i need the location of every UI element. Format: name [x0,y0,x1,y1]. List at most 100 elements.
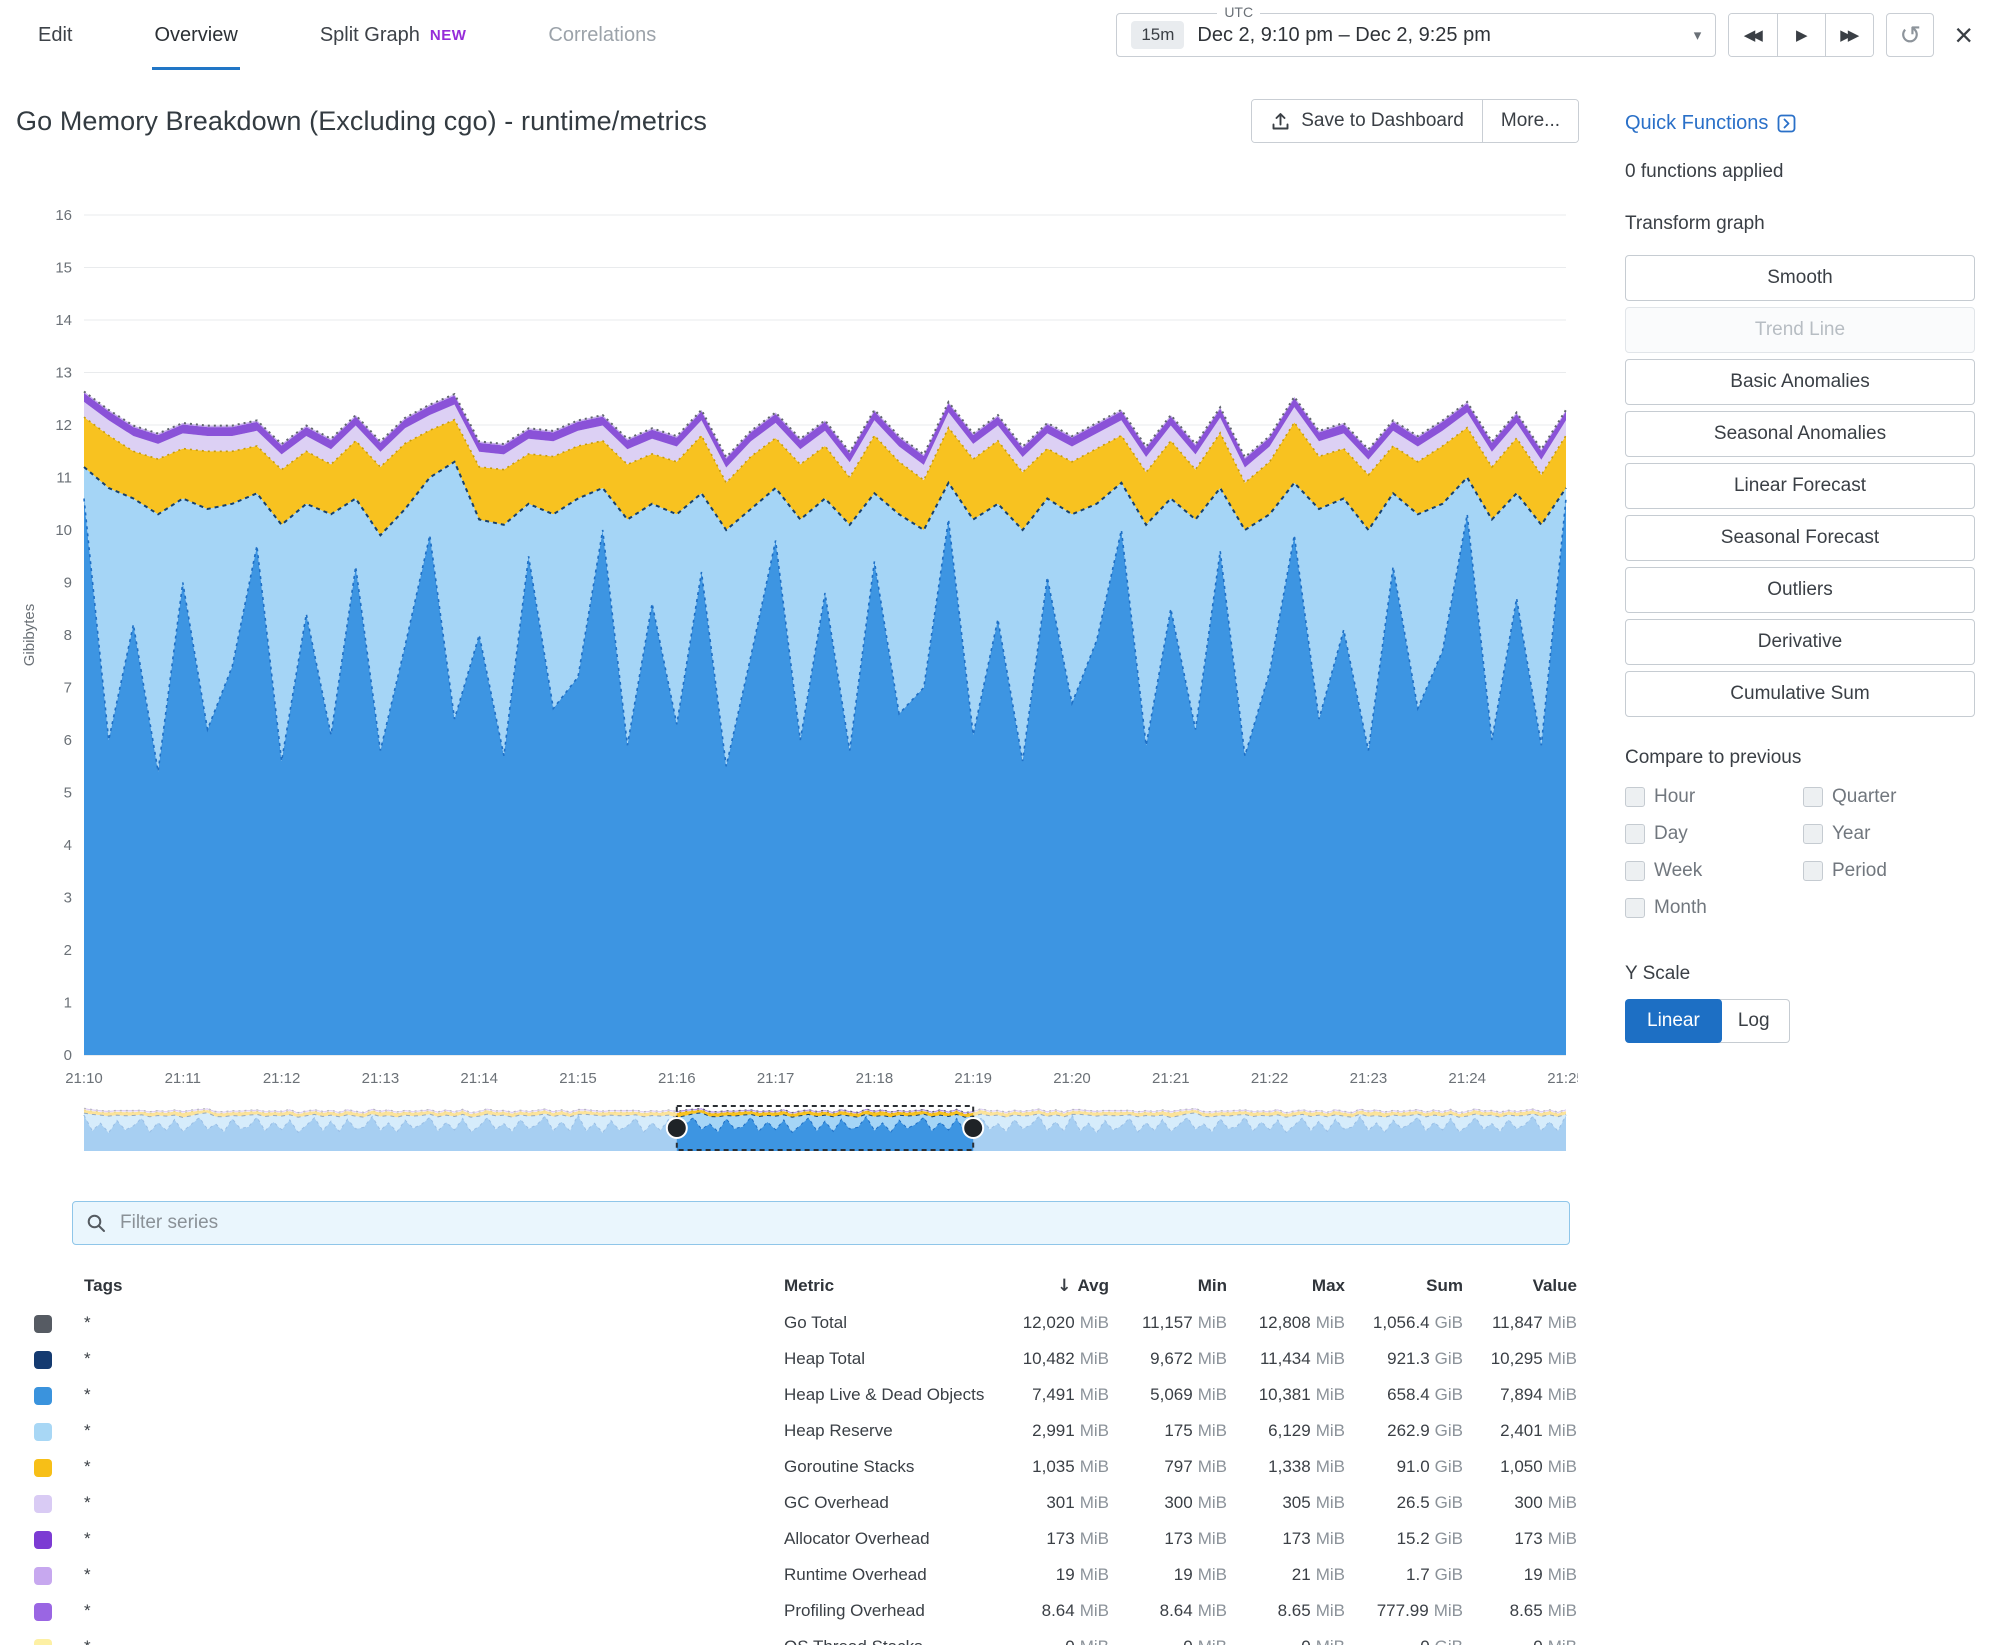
series-color-swatch[interactable] [34,1423,52,1441]
svg-text:15: 15 [55,260,72,277]
close-icon[interactable]: × [1954,19,1973,51]
more-button[interactable]: More... [1482,100,1578,142]
filter-series-input[interactable] [118,1211,1557,1235]
series-tag: * [84,1349,784,1369]
header-tags: Tags [84,1276,784,1296]
header-avg[interactable]: ↓Avg [994,1276,1109,1296]
series-max: 1,338MiB [1227,1457,1345,1477]
quick-functions-link[interactable]: Quick Functions [1625,112,1981,135]
compare-month-option[interactable]: Month [1625,896,1803,920]
svg-text:8: 8 [64,627,72,644]
svg-text:5: 5 [64,785,72,802]
header-min[interactable]: Min [1109,1276,1227,1296]
header-value[interactable]: Value [1463,1276,1577,1296]
compare-option-label: Hour [1654,786,1695,808]
series-value: 173MiB [1463,1529,1577,1549]
play-button[interactable]: ▶ [1777,14,1825,56]
header-sum[interactable]: Sum [1345,1276,1463,1296]
compare-year-option[interactable]: Year [1803,822,1981,846]
transform-button-stack: SmoothTrend LineBasic AnomaliesSeasonal … [1625,255,1981,717]
svg-text:11: 11 [56,470,72,487]
table-row[interactable]: *Goroutine Stacks1,035MiB797MiB1,338MiB9… [20,1449,1580,1485]
memory-breakdown-chart[interactable]: 01234567891011121314151621:1021:1121:122… [18,180,1578,1095]
transform-linear-forecast-button[interactable]: Linear Forecast [1625,463,1975,509]
header-max[interactable]: Max [1227,1276,1345,1296]
svg-text:14: 14 [55,312,72,329]
compare-week-checkbox[interactable] [1625,861,1645,881]
compare-year-checkbox[interactable] [1803,824,1823,844]
svg-text:1: 1 [64,995,72,1012]
series-metric-name: Heap Live & Dead Objects [784,1385,994,1405]
series-color-swatch[interactable] [34,1531,52,1549]
compare-day-option[interactable]: Day [1625,822,1803,846]
timeline-brush[interactable] [84,1105,1566,1151]
skip-back-button[interactable]: ◀◀ [1729,14,1777,56]
series-sum: 262.9GiB [1345,1421,1463,1441]
series-value: 11,847MiB [1463,1313,1577,1333]
series-min: 300MiB [1109,1493,1227,1513]
series-color-swatch[interactable] [34,1315,52,1333]
svg-text:13: 13 [55,365,72,382]
table-row[interactable]: *Heap Live & Dead Objects7,491MiB5,069Mi… [20,1377,1580,1413]
transform-seasonal-anomalies-button[interactable]: Seasonal Anomalies [1625,411,1975,457]
table-row[interactable]: *Allocator Overhead173MiB173MiB173MiB15.… [20,1521,1580,1557]
series-min: 8.64MiB [1109,1601,1227,1621]
tab-correlations[interactable]: Correlations [546,0,658,70]
series-color-swatch[interactable] [34,1351,52,1369]
table-row[interactable]: *OS Thread Stacks0MiB0MiB0MiB0GiB0MiB [20,1629,1580,1645]
tab-split-graph[interactable]: Split GraphNEW [318,0,469,70]
svg-text:21:18: 21:18 [856,1070,894,1087]
brush-handle-right[interactable] [963,1118,983,1138]
svg-text:21:12: 21:12 [263,1070,301,1087]
series-avg: 1,035MiB [994,1457,1109,1477]
brush-handle-left[interactable] [667,1118,687,1138]
compare-week-option[interactable]: Week [1625,859,1803,883]
transform-derivative-button[interactable]: Derivative [1625,619,1975,665]
tab-overview[interactable]: Overview [152,0,239,70]
series-color-swatch[interactable] [34,1639,52,1645]
series-color-swatch[interactable] [34,1567,52,1585]
series-color-swatch[interactable] [34,1603,52,1621]
svg-text:21:16: 21:16 [658,1070,696,1087]
transform-smooth-button[interactable]: Smooth [1625,255,1975,301]
time-range-selector[interactable]: UTC 15m Dec 2, 9:10 pm – Dec 2, 9:25 pm … [1116,13,1716,57]
y-scale-log-button[interactable]: Log [1719,999,1790,1043]
table-row[interactable]: *Profiling Overhead8.64MiB8.64MiB8.65MiB… [20,1593,1580,1629]
skip-forward-button[interactable]: ▶▶ [1825,14,1873,56]
table-row[interactable]: *GC Overhead301MiB300MiB305MiB26.5GiB300… [20,1485,1580,1521]
table-row[interactable]: *Heap Reserve2,991MiB175MiB6,129MiB262.9… [20,1413,1580,1449]
compare-day-checkbox[interactable] [1625,824,1645,844]
series-color-swatch[interactable] [34,1495,52,1513]
compare-period-option[interactable]: Period [1803,859,1981,883]
time-range-text: Dec 2, 9:10 pm – Dec 2, 9:25 pm [1197,24,1491,47]
reset-zoom-button[interactable]: ↺ [1886,13,1934,57]
reset-zoom-icon: ↺ [1899,20,1921,51]
title-row: Go Memory Breakdown (Excluding cgo) - ru… [0,70,1585,146]
transform-outliers-button[interactable]: Outliers [1625,567,1975,613]
transform-basic-anomalies-button[interactable]: Basic Anomalies [1625,359,1975,405]
table-row[interactable]: *Heap Total10,482MiB9,672MiB11,434MiB921… [20,1341,1580,1377]
compare-month-checkbox[interactable] [1625,898,1645,918]
compare-quarter-option[interactable]: Quarter [1803,785,1981,809]
series-color-cell [20,1601,84,1621]
compare-hour-option[interactable]: Hour [1625,785,1803,809]
transform-cumulative-sum-button[interactable]: Cumulative Sum [1625,671,1975,717]
series-max: 0MiB [1227,1637,1345,1645]
compare-period-checkbox[interactable] [1803,861,1823,881]
utc-label: UTC [1217,4,1260,20]
series-color-swatch[interactable] [34,1459,52,1477]
main-content: Go Memory Breakdown (Excluding cgo) - ru… [0,70,1999,1645]
y-scale-linear-button[interactable]: Linear [1625,999,1722,1043]
transform-seasonal-forecast-button[interactable]: Seasonal Forecast [1625,515,1975,561]
compare-hour-checkbox[interactable] [1625,787,1645,807]
y-scale-label: Y Scale [1625,963,1981,985]
svg-text:21:11: 21:11 [165,1070,201,1087]
table-row[interactable]: *Runtime Overhead19MiB19MiB21MiB1.7GiB19… [20,1557,1580,1593]
table-row[interactable]: *Go Total12,020MiB11,157MiB12,808MiB1,05… [20,1305,1580,1341]
compare-quarter-checkbox[interactable] [1803,787,1823,807]
series-color-swatch[interactable] [34,1387,52,1405]
tab-edit[interactable]: Edit [36,0,74,70]
save-to-dashboard-button[interactable]: Save to Dashboard [1252,100,1482,142]
series-min: 0MiB [1109,1637,1227,1645]
series-avg: 0MiB [994,1637,1109,1645]
